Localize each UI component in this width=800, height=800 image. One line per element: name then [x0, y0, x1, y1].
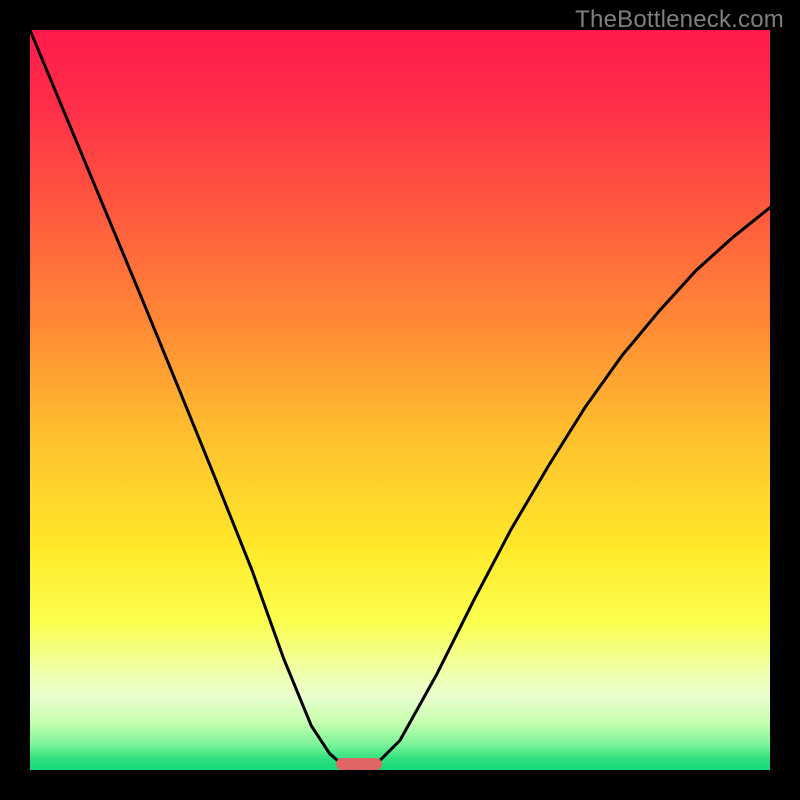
left-curve — [30, 30, 340, 763]
chart-frame: TheBottleneck.com — [0, 0, 800, 800]
curves-layer — [30, 30, 770, 770]
right-curve — [378, 208, 770, 763]
plot-area — [30, 30, 770, 770]
bottleneck-marker — [336, 758, 382, 770]
